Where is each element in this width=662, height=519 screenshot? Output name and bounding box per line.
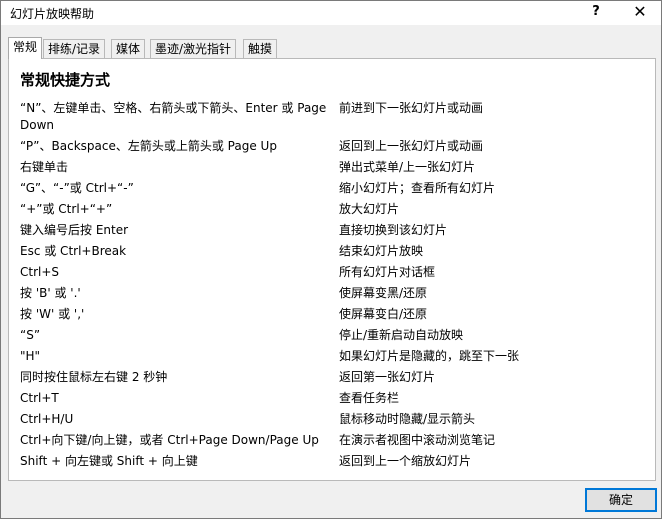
- shortcut-key: 按 'W' 或 ',': [20, 307, 85, 321]
- shortcut-row: 同时按住鼠标左右键 2 秒钟 返回第一张幻灯片: [20, 369, 650, 390]
- shortcut-key: “+”或 Ctrl+“+”: [20, 202, 113, 216]
- shortcut-key: 同时按住鼠标左右键 2 秒钟: [20, 370, 168, 384]
- shortcut-row: Ctrl+S 所有幻灯片对话框: [20, 264, 650, 285]
- shortcut-key: 右键单击: [20, 160, 69, 174]
- tab-rehearse-record[interactable]: 排练/记录: [43, 39, 106, 58]
- shortcut-action: 使屏幕变白/还原: [339, 307, 428, 321]
- shortcut-key: Ctrl+T: [20, 391, 59, 405]
- shortcut-action: 结束幻灯片放映: [339, 244, 424, 258]
- window-title: 幻灯片放映帮助: [10, 7, 95, 21]
- shortcut-row: “P”、Backspace、左箭头或上箭头或 Page Up 返回到上一张幻灯片…: [20, 138, 650, 159]
- shortcut-key: Ctrl+H/U: [20, 412, 74, 426]
- tab-ink-laser-pointer[interactable]: 墨迹/激光指针: [150, 39, 237, 58]
- shortcut-action: 停止/重新启动自动放映: [339, 328, 464, 342]
- shortcut-action: 查看任务栏: [339, 391, 400, 405]
- shortcut-row: Ctrl+T 查看任务栏: [20, 390, 650, 411]
- shortcut-key: Esc 或 Ctrl+Break: [20, 244, 127, 258]
- shortcut-row: 右键单击 弹出式菜单/上一张幻灯片: [20, 159, 650, 180]
- shortcut-action: 鼠标移动时隐藏/显示箭头: [339, 412, 476, 426]
- shortcut-action: 在演示者视图中滚动浏览笔记: [339, 433, 496, 447]
- tab-media[interactable]: 媒体: [111, 39, 146, 58]
- shortcut-row: Shift + 向左键或 Shift + 向上键 返回到上一个缩放幻灯片: [20, 453, 650, 474]
- shortcut-action: 返回第一张幻灯片: [339, 370, 436, 384]
- shortcut-row: 按 'B' 或 '.' 使屏幕变黑/还原: [20, 285, 650, 306]
- tab-panel-general: 常规快捷方式 “N”、左键单击、空格、右箭头或下箭头、Enter 或 Page …: [8, 58, 656, 481]
- shortcut-key: "H": [20, 349, 41, 363]
- shortcut-action: 弹出式菜单/上一张幻灯片: [339, 160, 476, 174]
- shortcut-key: “P”、Backspace、左箭头或上箭头或 Page Up: [20, 139, 277, 153]
- shortcut-row: Ctrl+向下键/向上键，或者 Ctrl+Page Down/Page Up 在…: [20, 432, 650, 453]
- section-title: 常规快捷方式: [20, 71, 111, 89]
- slideshow-help-dialog: 幻灯片放映帮助 ? ✕ 常规 排练/记录 媒体 墨迹/激光指针 触摸 常规快捷方…: [0, 0, 662, 519]
- shortcut-action: 返回到上一个缩放幻灯片: [339, 454, 472, 468]
- shortcut-list: “N”、左键单击、空格、右箭头或下箭头、Enter 或 Page Down 前进…: [20, 100, 650, 474]
- tab-general[interactable]: 常规: [8, 37, 43, 59]
- shortcut-action: 返回到上一张幻灯片或动画: [339, 139, 484, 153]
- shortcut-row: “N”、左键单击、空格、右箭头或下箭头、Enter 或 Page Down 前进…: [20, 100, 650, 138]
- shortcut-row: "H" 如果幻灯片是隐藏的，跳至下一张: [20, 348, 650, 369]
- shortcut-row: Ctrl+H/U 鼠标移动时隐藏/显示箭头: [20, 411, 650, 432]
- shortcut-key: “S”: [20, 328, 41, 342]
- shortcut-key: 按 'B' 或 '.': [20, 286, 81, 300]
- shortcut-key: “G”、“-”或 Ctrl+“-”: [20, 181, 134, 195]
- shortcut-action: 所有幻灯片对话框: [339, 265, 436, 279]
- shortcut-action: 直接切换到该幻灯片: [339, 223, 448, 237]
- shortcut-key: “N”、左键单击、空格、右箭头或下箭头、Enter 或 Page Down: [20, 101, 327, 132]
- shortcut-row: “+”或 Ctrl+“+” 放大幻灯片: [20, 201, 650, 222]
- shortcut-key: Shift + 向左键或 Shift + 向上键: [20, 454, 198, 468]
- shortcut-row: 按 'W' 或 ',' 使屏幕变白/还原: [20, 306, 650, 327]
- help-icon[interactable]: ?: [581, 1, 611, 25]
- shortcut-action: 如果幻灯片是隐藏的，跳至下一张: [339, 349, 520, 363]
- shortcut-action: 放大幻灯片: [339, 202, 400, 216]
- shortcut-key: 键入编号后按 Enter: [20, 223, 129, 237]
- shortcut-key: Ctrl+向下键/向上键，或者 Ctrl+Page Down/Page Up: [20, 433, 319, 447]
- shortcut-row: Esc 或 Ctrl+Break 结束幻灯片放映: [20, 243, 650, 264]
- ok-button[interactable]: 确定: [585, 488, 657, 512]
- close-icon[interactable]: ✕: [625, 1, 655, 25]
- shortcut-row: “S” 停止/重新启动自动放映: [20, 327, 650, 348]
- shortcut-row: “G”、“-”或 Ctrl+“-” 缩小幻灯片；查看所有幻灯片: [20, 180, 650, 201]
- shortcut-action: 前进到下一张幻灯片或动画: [339, 101, 484, 115]
- shortcut-action: 缩小幻灯片；查看所有幻灯片: [339, 181, 496, 195]
- tab-touch[interactable]: 触摸: [243, 39, 278, 58]
- shortcut-row: 键入编号后按 Enter 直接切换到该幻灯片: [20, 222, 650, 243]
- shortcut-key: Ctrl+S: [20, 265, 60, 279]
- shortcut-action: 使屏幕变黑/还原: [339, 286, 428, 300]
- title-bar: 幻灯片放映帮助 ? ✕: [1, 1, 661, 25]
